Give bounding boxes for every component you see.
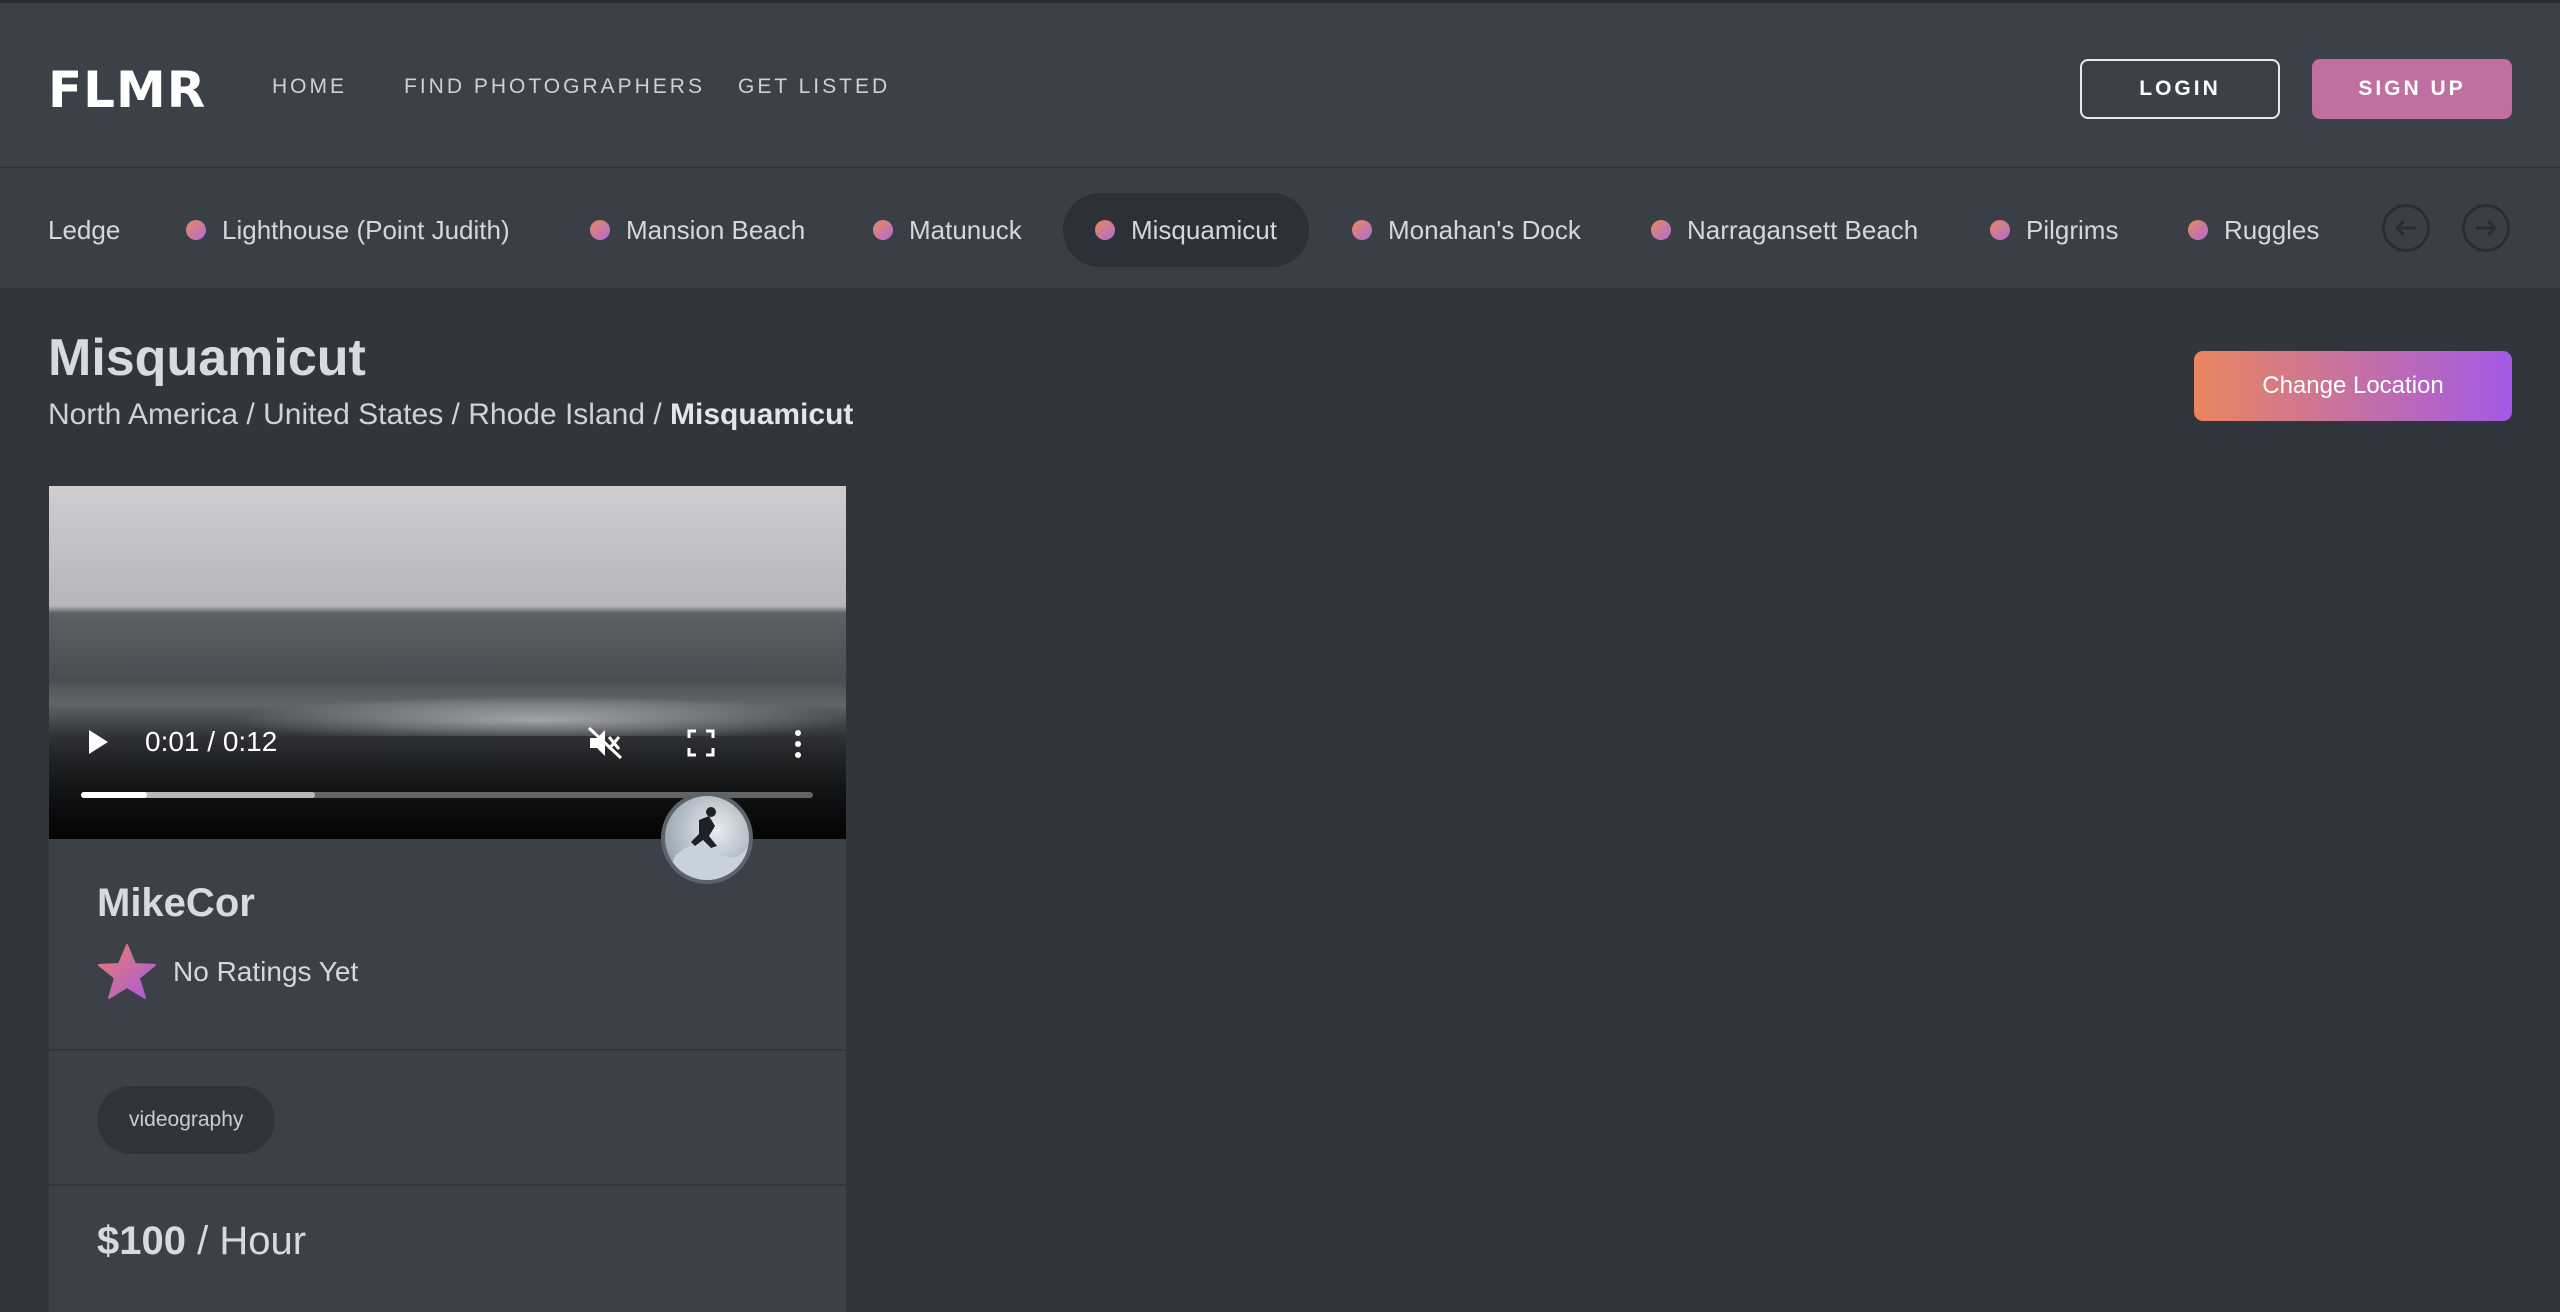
location-label: Lighthouse (Point Judith) <box>222 214 510 245</box>
location-label: Narragansett Beach <box>1687 214 1919 245</box>
photographer-card[interactable]: 0:01 / 0:12 MikeCor No Ratings Yet video… <box>49 486 846 1312</box>
price-unit: / Hour <box>197 1219 307 1263</box>
location-item-misquamicut[interactable]: Misquamicut <box>1063 193 1309 267</box>
breadcrumb-item[interactable]: North America <box>48 398 238 431</box>
scroll-right-button[interactable] <box>2462 204 2510 252</box>
location-label: Matunuck <box>909 214 1022 245</box>
change-location-button[interactable]: Change Location <box>2194 351 2512 421</box>
video-player[interactable]: 0:01 / 0:12 <box>49 486 846 839</box>
location-item-monahans-dock[interactable]: Monahan's Dock <box>1352 193 1581 267</box>
nav-get-listed[interactable]: GET LISTED <box>738 75 890 99</box>
price: $100 / Hour <box>97 1219 306 1264</box>
location-item-ruggles[interactable]: Ruggles <box>2188 193 2319 267</box>
location-dot-icon <box>590 220 610 240</box>
location-dot-icon <box>1651 220 1671 240</box>
surfer-avatar-image <box>665 807 749 880</box>
location-label: Misquamicut <box>1131 214 1277 245</box>
video-played-bar <box>81 792 147 798</box>
breadcrumb: North America / United States / Rhode Is… <box>48 398 854 431</box>
video-time: 0:01 / 0:12 <box>145 726 278 757</box>
location-item-mansion-beach[interactable]: Mansion Beach <box>590 193 805 267</box>
breadcrumb-current: Misquamicut <box>670 398 854 431</box>
star-icon <box>98 944 156 999</box>
signup-button[interactable]: SIGN UP <box>2312 59 2512 119</box>
location-dot-icon <box>1352 220 1372 240</box>
breadcrumb-item[interactable]: Rhode Island <box>468 398 645 431</box>
location-item-lighthouse[interactable]: Lighthouse (Point Judith) <box>186 193 510 267</box>
login-button[interactable]: LOGIN <box>2080 59 2280 119</box>
card-divider <box>49 1184 846 1186</box>
photographer-name[interactable]: MikeCor <box>97 881 255 926</box>
location-dot-icon <box>1095 220 1115 240</box>
arrow-right-icon <box>2476 219 2498 237</box>
location-dot-icon <box>1990 220 2010 240</box>
location-item-narragansett-beach[interactable]: Narragansett Beach <box>1651 193 1918 267</box>
breadcrumb-item[interactable]: United States <box>263 398 443 431</box>
location-label: Ruggles <box>2224 214 2320 245</box>
fullscreen-icon[interactable] <box>687 729 715 757</box>
location-item-pilgrims[interactable]: Pilgrims <box>1990 193 2118 267</box>
logo[interactable]: FLMR <box>48 61 206 119</box>
more-options-icon[interactable] <box>793 729 803 759</box>
location-item-matunuck[interactable]: Matunuck <box>873 193 1022 267</box>
muted-speaker-icon[interactable] <box>587 726 623 760</box>
location-dot-icon <box>2188 220 2208 240</box>
price-amount: $100 <box>97 1219 186 1263</box>
arrow-left-icon <box>2394 219 2416 237</box>
specialty-tag[interactable]: videography <box>97 1086 276 1154</box>
location-item-ledge[interactable]: Ledge <box>48 193 120 267</box>
scroll-left-button[interactable] <box>2382 204 2430 252</box>
play-icon[interactable] <box>87 729 109 755</box>
location-label: Monahan's Dock <box>1388 214 1581 245</box>
avatar[interactable] <box>661 792 753 884</box>
rating-text: No Ratings Yet <box>173 956 359 987</box>
location-label: Mansion Beach <box>626 214 806 245</box>
location-dot-icon <box>186 220 206 240</box>
card-divider <box>49 1049 846 1051</box>
location-label: Pilgrims <box>2026 214 2119 245</box>
nav-find-photographers[interactable]: FIND PHOTOGRAPHERS <box>404 75 705 99</box>
location-label: Ledge <box>48 214 121 245</box>
top-header: FLMR HOME FIND PHOTOGRAPHERS GET LISTED … <box>0 3 2560 168</box>
nav-home[interactable]: HOME <box>272 75 347 99</box>
location-dot-icon <box>873 220 893 240</box>
page-title: Misquamicut <box>48 329 366 387</box>
